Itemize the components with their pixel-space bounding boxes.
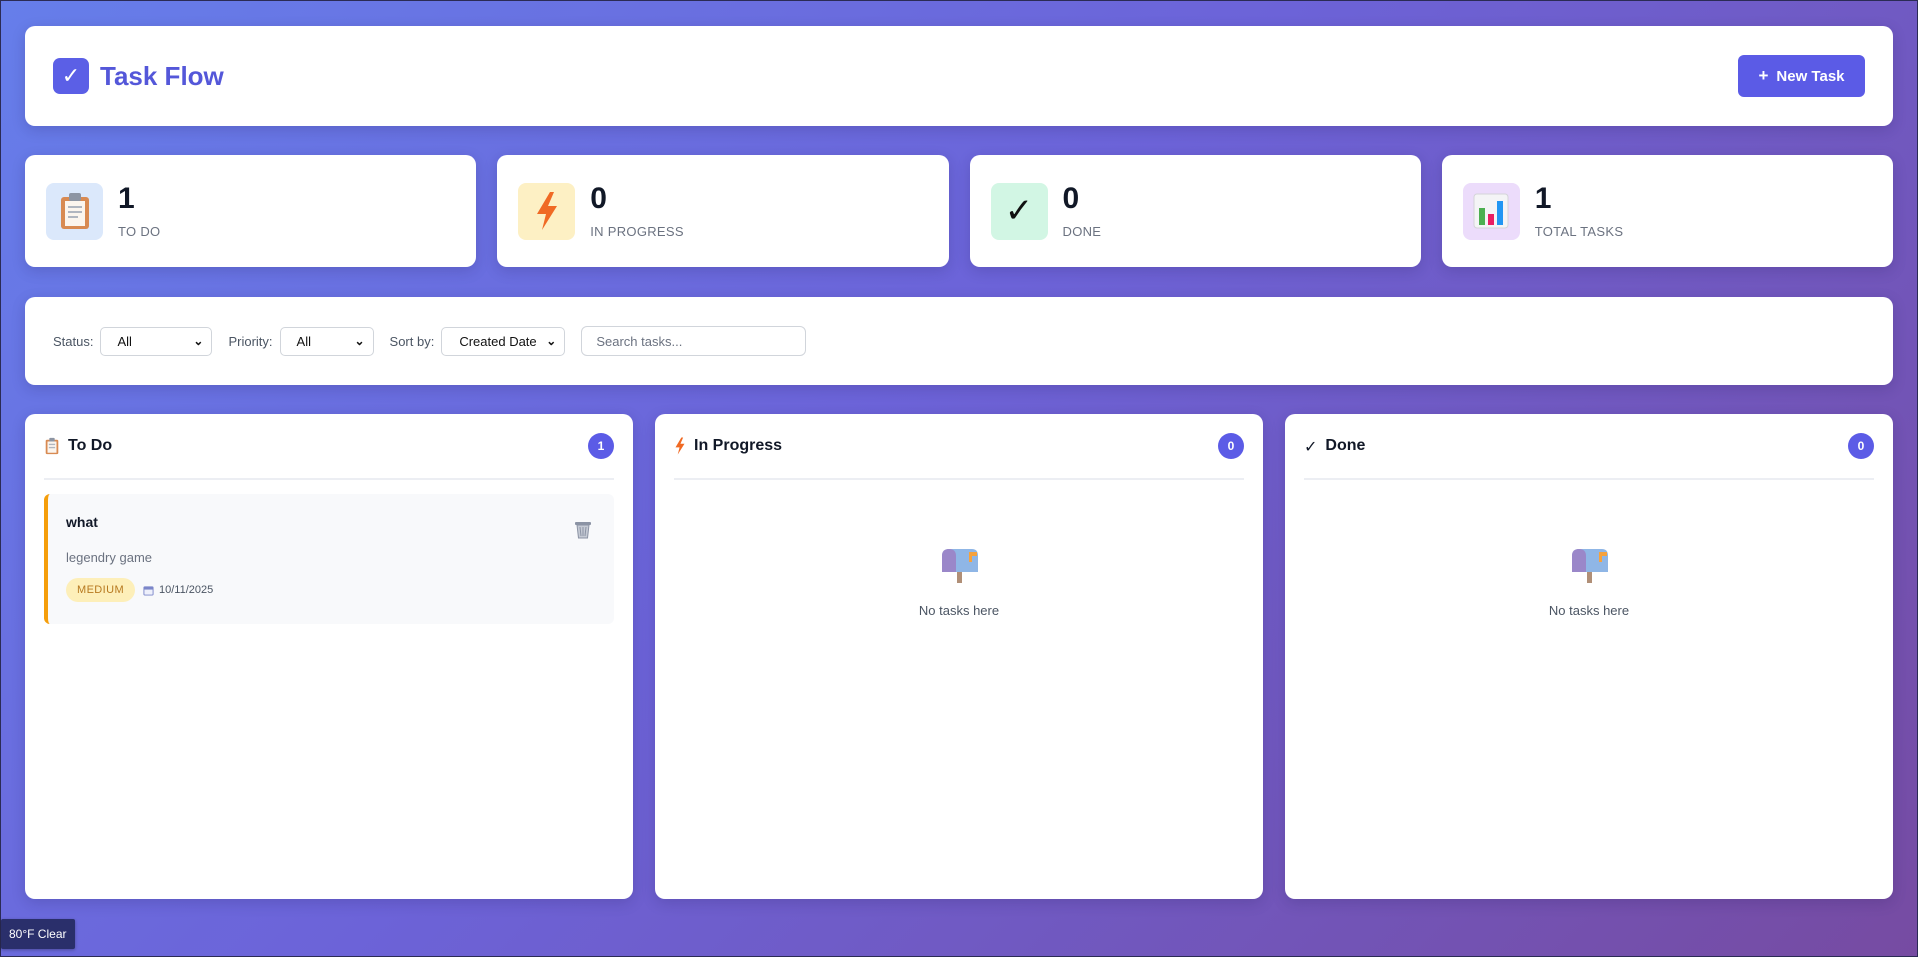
task-date: 10/11/2025 (143, 584, 213, 596)
mailbox-icon (1572, 549, 1608, 583)
clipboard-icon (46, 182, 103, 240)
total-label: TOTAL TASKS (1534, 223, 1624, 239)
column-header: To Do 1 (44, 414, 614, 480)
lightning-icon (518, 182, 576, 240)
column-count-badge: 1 (588, 433, 614, 459)
status-select-value: All (117, 333, 132, 349)
sort-select[interactable]: Created Date ⌄ (441, 326, 566, 356)
empty-state-text: No tasks here (1548, 603, 1630, 618)
task-description: legendry game (66, 550, 152, 565)
in-progress-label: IN PROGRESS (590, 223, 684, 239)
app-title: Task Flow (100, 60, 224, 91)
empty-state: No tasks here (674, 480, 1244, 618)
new-task-button[interactable]: + New Task (1738, 55, 1865, 97)
sort-label: Sort by: (389, 333, 435, 349)
kanban-board: To Do 1 what legendry game MEDIUM 10/11/… (25, 414, 1893, 899)
total-count: 1 (1534, 181, 1552, 215)
task-title: what (66, 514, 98, 530)
search-input[interactable] (581, 326, 807, 356)
status-select[interactable]: All ⌄ (100, 326, 213, 356)
calendar-icon (143, 585, 154, 596)
stat-card-in-progress: 0 IN PROGRESS (497, 155, 949, 267)
brand: ✓ Task Flow (53, 58, 224, 94)
column-in-progress: In Progress 0 No tasks here (655, 414, 1263, 899)
done-label: DONE (1062, 223, 1102, 239)
stat-card-todo: 1 TO DO (25, 155, 477, 267)
bar-chart-icon (1462, 182, 1520, 240)
todo-label: TO DO (118, 223, 161, 239)
status-filter-label: Status: (53, 333, 94, 349)
column-title: In Progress (694, 437, 783, 454)
column-title: To Do (68, 437, 113, 454)
stat-card-done: ✓ 0 DONE (969, 155, 1421, 267)
check-icon: ✓ (53, 58, 89, 94)
plus-icon: + (1758, 66, 1769, 85)
weather-widget[interactable]: 80°F Clear (1, 919, 75, 949)
delete-task-button[interactable] (574, 520, 592, 544)
task-card[interactable]: what legendry game MEDIUM 10/11/2025 (44, 494, 614, 624)
stat-card-total: 1 TOTAL TASKS (1441, 155, 1893, 267)
chevron-down-icon: ⌄ (193, 334, 204, 348)
trash-icon (575, 522, 591, 539)
empty-state-text: No tasks here (918, 603, 1000, 618)
priority-filter-label: Priority: (228, 333, 273, 349)
filter-bar: Status: All ⌄ Priority: All ⌄ Sort by: C… (25, 297, 1893, 385)
priority-select[interactable]: All ⌄ (279, 326, 374, 356)
new-task-label: New Task (1776, 67, 1845, 85)
done-count: 0 (1062, 181, 1080, 215)
stats-row: 1 TO DO 0 IN PROGRESS ✓ 0 DONE 1 TOTAL T… (25, 155, 1893, 267)
chevron-down-icon: ⌄ (546, 334, 557, 348)
in-progress-count: 0 (590, 181, 607, 215)
priority-badge: MEDIUM (66, 578, 136, 602)
checkmark-icon: ✓ (990, 182, 1048, 240)
lightning-icon (675, 437, 685, 455)
checkmark-icon: ✓ (1304, 436, 1318, 456)
task-date-text: 10/11/2025 (159, 584, 214, 596)
column-done: ✓ Done 0 No tasks here (1285, 414, 1893, 899)
column-header: ✓ Done 0 (1304, 414, 1874, 480)
clipboard-icon (45, 437, 59, 455)
mailbox-icon (942, 549, 978, 583)
app-header: ✓ Task Flow + New Task (25, 26, 1893, 126)
column-header: In Progress 0 (674, 414, 1244, 480)
chevron-down-icon: ⌄ (354, 334, 365, 348)
todo-count: 1 (118, 181, 135, 215)
column-count-badge: 0 (1848, 433, 1874, 459)
priority-select-value: All (296, 333, 311, 349)
column-title: Done (1325, 437, 1366, 454)
column-todo: To Do 1 what legendry game MEDIUM 10/11/… (25, 414, 633, 899)
sort-select-value: Created Date (459, 333, 537, 349)
empty-state: No tasks here (1304, 480, 1874, 618)
column-count-badge: 0 (1218, 433, 1244, 459)
